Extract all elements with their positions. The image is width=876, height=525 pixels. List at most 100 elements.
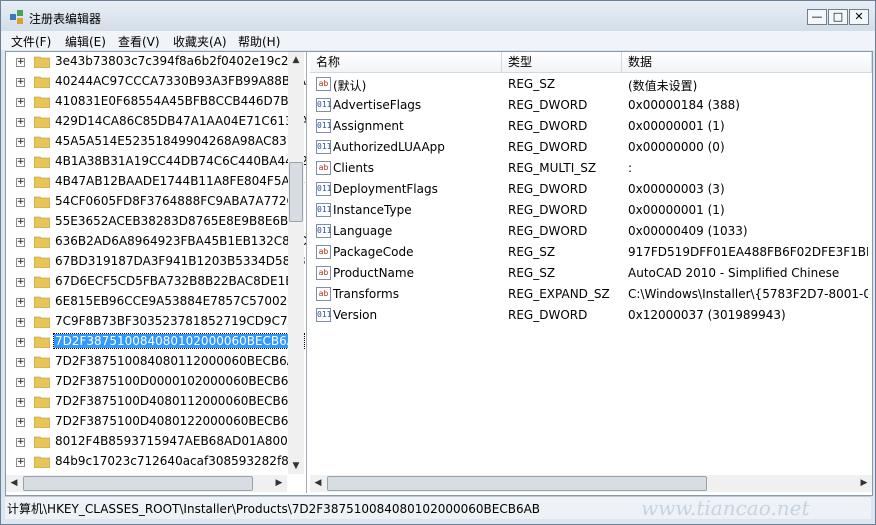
tree-item[interactable]: +429D14CA86C85DB47A1AA04E71C6136A bbox=[6, 112, 306, 132]
expand-plus-icon[interactable]: + bbox=[16, 138, 25, 147]
tree-horizontal-scrollbar[interactable]: ◀ ▶ bbox=[6, 475, 287, 492]
tree-item-label: 3e43b73803c7c394f8a6b2f0402e19c2 bbox=[55, 54, 289, 68]
tree-item[interactable]: +40244AC97CCCA7330B93A3FB99A88B9A bbox=[6, 72, 306, 92]
menu-edit[interactable]: 编辑(E) bbox=[65, 33, 106, 50]
value-row[interactable]: ab PackageCode REG_SZ 917FD519DFF01EA488FB6… bbox=[310, 242, 872, 263]
watermark-url: www.tiancao.net bbox=[641, 496, 810, 520]
maximize-button[interactable]: □ bbox=[828, 9, 848, 25]
values-list-pane[interactable]: 名称 类型 数据 ◀ ▶ ab (默认) REG_SZ (数值未设置) 011 Adver… bbox=[310, 52, 872, 493]
scroll-right-arrow-icon[interactable]: ▶ bbox=[271, 475, 287, 491]
tree-item[interactable]: +7D2F387510084080102000060BECB6AB bbox=[6, 332, 306, 352]
tree-item[interactable]: +55E3652ACEB38283D8765E8E9B8E6B57 bbox=[6, 212, 306, 232]
minimize-button[interactable]: — bbox=[807, 9, 827, 25]
tree-item[interactable]: +6E815EB96CCE9A53884E7857C57002F0 bbox=[6, 292, 306, 312]
expand-plus-icon[interactable]: + bbox=[16, 98, 25, 107]
string-value-icon: ab bbox=[316, 287, 331, 301]
menu-help[interactable]: 帮助(H) bbox=[238, 33, 280, 50]
column-header-type[interactable]: 类型 bbox=[502, 52, 622, 73]
value-row[interactable]: 011 Language REG_DWORD 0x00000409 (1033) bbox=[310, 221, 872, 242]
tree-item[interactable]: +67BD319187DA3F941B1203B5334D5848 bbox=[6, 252, 306, 272]
expand-plus-icon[interactable]: + bbox=[16, 398, 25, 407]
tree-item[interactable]: +636B2AD6A8964923FBA45B1EB132C8DD bbox=[6, 232, 306, 252]
scroll-left-arrow-icon[interactable]: ◀ bbox=[310, 475, 326, 491]
tree-item[interactable]: +8012F4B8593715947AEB68AD01A800C1 bbox=[6, 432, 306, 452]
value-data: 0x00000001 (1) bbox=[628, 119, 725, 133]
value-row[interactable]: 011 AdvertiseFlags REG_DWORD 0x00000184 (38… bbox=[310, 95, 872, 116]
value-row[interactable]: ab Transforms REG_EXPAND_SZ C:\Windows\Inst… bbox=[310, 284, 872, 305]
expand-plus-icon[interactable]: + bbox=[16, 198, 25, 207]
expand-plus-icon[interactable]: + bbox=[16, 318, 25, 327]
tree-item[interactable]: +54CF0605FD8F3764888FC9ABA7A772CB bbox=[6, 192, 306, 212]
value-type: REG_SZ bbox=[508, 245, 556, 259]
expand-plus-icon[interactable]: + bbox=[16, 298, 25, 307]
tree-item-label: 84b9c17023c712640acaf308593282f8 bbox=[55, 454, 289, 468]
tree-item[interactable]: +7D2F3875100D0000102000060BECB6AB bbox=[6, 372, 306, 392]
key-tree-pane[interactable]: +84b9c17023c712640acaf308593282f8 +8012F4… bbox=[6, 52, 307, 493]
expand-plus-icon[interactable]: + bbox=[16, 338, 25, 347]
value-name: AdvertiseFlags bbox=[333, 98, 422, 112]
tree-item-label: 4B47AB12BAADE1744B11A8FE804F5A84 bbox=[55, 174, 305, 188]
tree-vertical-scrollbar[interactable]: ▲ ▼ bbox=[288, 52, 304, 474]
menu-favorites[interactable]: 收藏夹(A) bbox=[173, 33, 227, 50]
tree-item-label: 7D2F387510084080102000060BECB6AB bbox=[52, 333, 306, 349]
menu-file[interactable]: 文件(F) bbox=[11, 33, 51, 50]
expand-plus-icon[interactable]: + bbox=[16, 78, 25, 87]
expand-plus-icon[interactable]: + bbox=[16, 58, 25, 67]
tree-vscroll-thumb[interactable] bbox=[289, 162, 303, 222]
menu-view[interactable]: 查看(V) bbox=[118, 33, 160, 50]
expand-plus-icon[interactable]: + bbox=[16, 238, 25, 247]
expand-plus-icon[interactable]: + bbox=[16, 218, 25, 227]
tree-item-label: 7C9F8B73BF303523781852719CD9C700 bbox=[55, 314, 303, 328]
tree-hscroll-thumb[interactable] bbox=[23, 476, 253, 491]
value-row[interactable]: ab (默认) REG_SZ (数值未设置) bbox=[310, 74, 872, 95]
tree-item[interactable]: +410831E0F68554A45BFB8CCB446D7BFB bbox=[6, 92, 306, 112]
value-row[interactable]: ab Clients REG_MULTI_SZ: bbox=[310, 158, 872, 179]
tree-item[interactable]: +7D2F387510084080112000060BECB6AB bbox=[6, 352, 306, 372]
tree-item[interactable]: +4B47AB12BAADE1744B11A8FE804F5A84 bbox=[6, 172, 306, 192]
tree-item[interactable]: +7D2F3875100D4080112000060BECB6AB bbox=[6, 392, 306, 412]
folder-icon bbox=[34, 236, 50, 248]
expand-plus-icon[interactable]: + bbox=[16, 458, 25, 467]
column-header-name[interactable]: 名称 bbox=[310, 52, 502, 73]
tree-item[interactable]: +84b9c17023c712640acaf308593282f8 bbox=[6, 452, 306, 472]
tree-item-label: 7D2F387510084080112000060BECB6AB bbox=[55, 354, 304, 368]
scroll-left-arrow-icon[interactable]: ◀ bbox=[6, 475, 22, 491]
client-area: +84b9c17023c712640acaf308593282f8 +8012F4… bbox=[5, 51, 873, 496]
value-row[interactable]: 011 Assignment REG_DWORD 0x00000001 (1) bbox=[310, 116, 872, 137]
tree-item[interactable]: +45A5A514E52351849904268A98AC8377 bbox=[6, 132, 306, 152]
expand-plus-icon[interactable]: + bbox=[16, 438, 25, 447]
value-row[interactable]: 011 InstanceType REG_DWORD 0x00000001 (1) bbox=[310, 200, 872, 221]
tree-item[interactable]: +67D6ECF5CD5FBA732B8B22BAC8DE1B4 bbox=[6, 272, 306, 292]
column-header-data[interactable]: 数据 bbox=[622, 52, 872, 73]
value-row[interactable]: ab ProductName REG_SZ AutoCAD 2010 - Simpli… bbox=[310, 263, 872, 284]
tree-item[interactable]: +7D2F3875100D4080122000060BECB6AB bbox=[6, 412, 306, 432]
scroll-up-arrow-icon[interactable]: ▲ bbox=[288, 52, 304, 68]
tree-item[interactable]: +4B1A38B31A19CC44DB74C6C440BA4482 bbox=[6, 152, 306, 172]
scroll-down-arrow-icon[interactable]: ▼ bbox=[288, 458, 304, 474]
expand-plus-icon[interactable]: + bbox=[16, 378, 25, 387]
menu-bar: 文件(F) 编辑(E) 查看(V) 收藏夹(A) 帮助(H) bbox=[1, 31, 875, 50]
value-row[interactable]: 011 Version REG_DWORD 0x12000037 (301989943… bbox=[310, 305, 872, 326]
value-type: REG_DWORD bbox=[508, 182, 588, 196]
close-button[interactable]: ✕ bbox=[849, 9, 869, 25]
scroll-right-arrow-icon[interactable]: ▶ bbox=[856, 475, 872, 491]
expand-plus-icon[interactable]: + bbox=[16, 418, 25, 427]
list-horizontal-scrollbar[interactable]: ◀ ▶ bbox=[310, 475, 872, 492]
value-name: InstanceType bbox=[333, 203, 412, 217]
value-data: 0x00000001 (1) bbox=[628, 203, 725, 217]
expand-plus-icon[interactable]: + bbox=[16, 358, 25, 367]
maximize-icon: □ bbox=[832, 10, 844, 23]
tree-item[interactable]: +3e43b73803c7c394f8a6b2f0402e19c2 bbox=[6, 52, 306, 72]
expand-plus-icon[interactable]: + bbox=[16, 178, 25, 187]
title-bar: 注册表编辑器 — □ ✕ bbox=[1, 1, 875, 31]
tree-item[interactable]: +7C9F8B73BF303523781852719CD9C700 bbox=[6, 312, 306, 332]
expand-plus-icon[interactable]: + bbox=[16, 258, 25, 267]
value-name: ProductName bbox=[333, 266, 414, 280]
list-hscroll-thumb[interactable] bbox=[327, 476, 707, 491]
value-type: REG_MULTI_SZ bbox=[508, 161, 597, 175]
expand-plus-icon[interactable]: + bbox=[16, 278, 25, 287]
value-row[interactable]: 011 DeploymentFlags REG_DWORD 0x00000003 (3… bbox=[310, 179, 872, 200]
value-row[interactable]: 011 AuthorizedLUAApp REG_DWORD 0x00000000 (… bbox=[310, 137, 872, 158]
expand-plus-icon[interactable]: + bbox=[16, 118, 25, 127]
expand-plus-icon[interactable]: + bbox=[16, 158, 25, 167]
